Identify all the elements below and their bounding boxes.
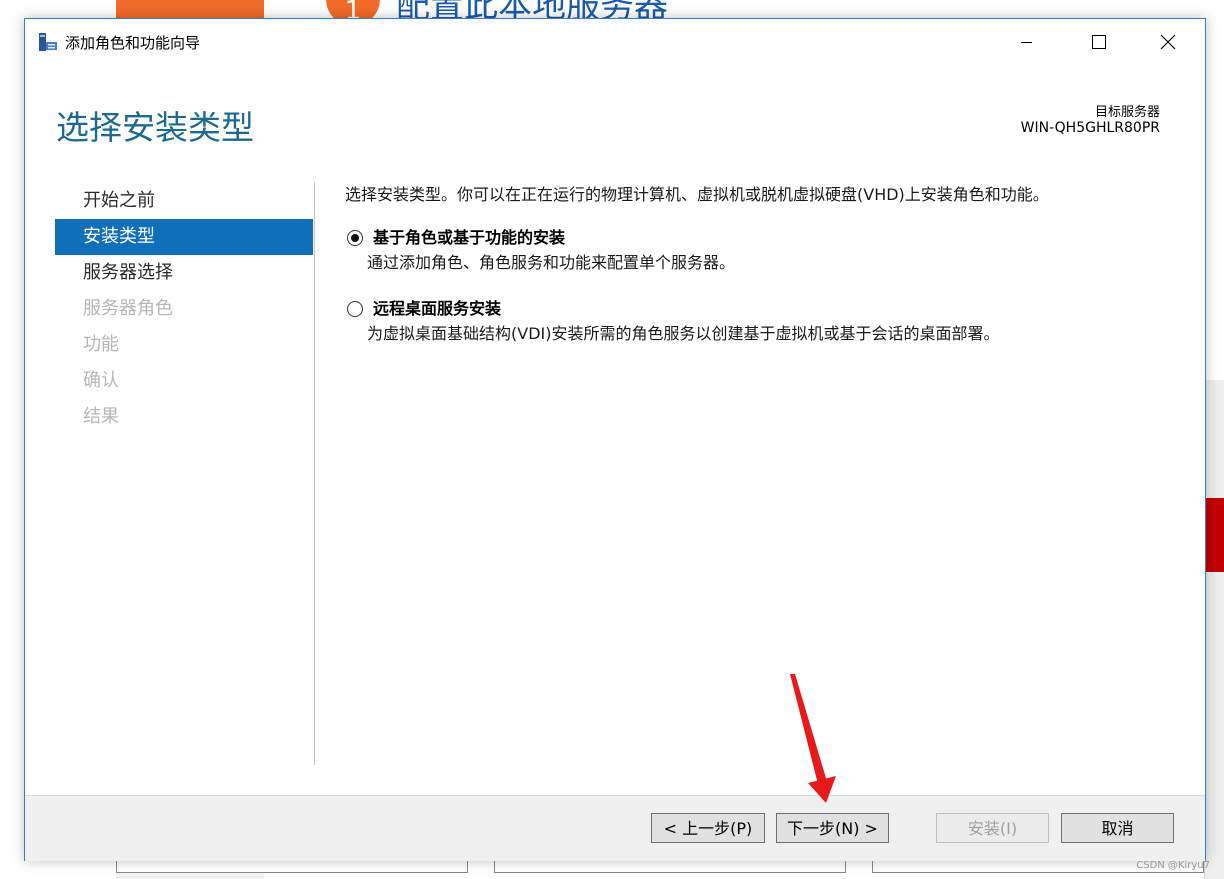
nav-item-features: 功能 — [83, 334, 119, 355]
background-red-tile — [1204, 498, 1224, 572]
nav-item-results: 结果 — [83, 406, 119, 427]
nav-item-installation-type[interactable]: 安装类型 — [55, 219, 313, 255]
option-description: 通过添加角色、角色服务和功能来配置单个服务器。 — [367, 253, 736, 272]
option-title[interactable]: 远程桌面服务安装 — [373, 297, 1185, 321]
close-button[interactable] — [1145, 19, 1191, 65]
close-icon — [1160, 34, 1176, 50]
option-description: 为虚拟桌面基础结构(VDI)安装所需的角色服务以创建基于虚拟机或基于会话的桌面部… — [367, 324, 1000, 343]
remote-desktop-install-option[interactable]: 远程桌面服务安装 为虚拟桌面基础结构(VDI)安装所需的角色服务以创建基于虚拟机… — [345, 297, 1185, 347]
window-title: 添加角色和功能向导 — [65, 34, 201, 52]
remote-desktop-radio[interactable] — [347, 301, 363, 317]
watermark: CSDN @Kiryu7 — [1136, 860, 1210, 871]
role-based-radio[interactable] — [347, 230, 363, 246]
option-title[interactable]: 基于角色或基于功能的安装 — [373, 226, 1185, 250]
title-bar[interactable]: 添加角色和功能向导 — [25, 19, 1205, 65]
install-button: 安装(I) — [936, 813, 1049, 843]
nav-item-server-selection[interactable]: 服务器选择 — [55, 255, 313, 291]
nav-item-server-roles: 服务器角色 — [83, 298, 173, 319]
server-manager-icon — [39, 33, 57, 51]
background-right-panel — [1204, 380, 1224, 879]
previous-button[interactable]: < 上一步(P) — [651, 813, 765, 843]
target-server-name: WIN-QH5GHLR80PR — [1020, 120, 1160, 136]
add-roles-wizard-dialog: 添加角色和功能向导 选择安装类型 目标服务器 WIN-QH5GHLR80PR 开… — [24, 18, 1206, 861]
minimize-button[interactable] — [1003, 19, 1049, 65]
role-based-install-option[interactable]: 基于角色或基于功能的安装 通过添加角色、角色服务和功能来配置单个服务器。 — [345, 226, 1185, 276]
button-bar: < 上一步(P) 下一步(N) > 安装(I) 取消 — [25, 795, 1205, 861]
nav-divider — [314, 182, 315, 765]
cancel-button[interactable]: 取消 — [1061, 813, 1174, 843]
content-pane: 选择安装类型。你可以在正在运行的物理计算机、虚拟机或脱机虚拟硬盘(VHD)上安装… — [345, 181, 1185, 347]
maximize-button[interactable] — [1075, 19, 1121, 65]
next-button[interactable]: 下一步(N) > — [776, 813, 889, 843]
target-server-label: 目标服务器 — [1094, 105, 1160, 120]
nav-item-confirmation: 确认 — [83, 370, 119, 391]
page-title: 选择安装类型 — [56, 108, 254, 147]
page-description: 选择安装类型。你可以在正在运行的物理计算机、虚拟机或脱机虚拟硬盘(VHD)上安装… — [345, 185, 1049, 204]
nav-item-before-you-begin[interactable]: 开始之前 — [55, 183, 313, 219]
wizard-steps-nav: 开始之前 安装类型 服务器选择 服务器角色 功能 确认 结果 — [55, 183, 313, 435]
